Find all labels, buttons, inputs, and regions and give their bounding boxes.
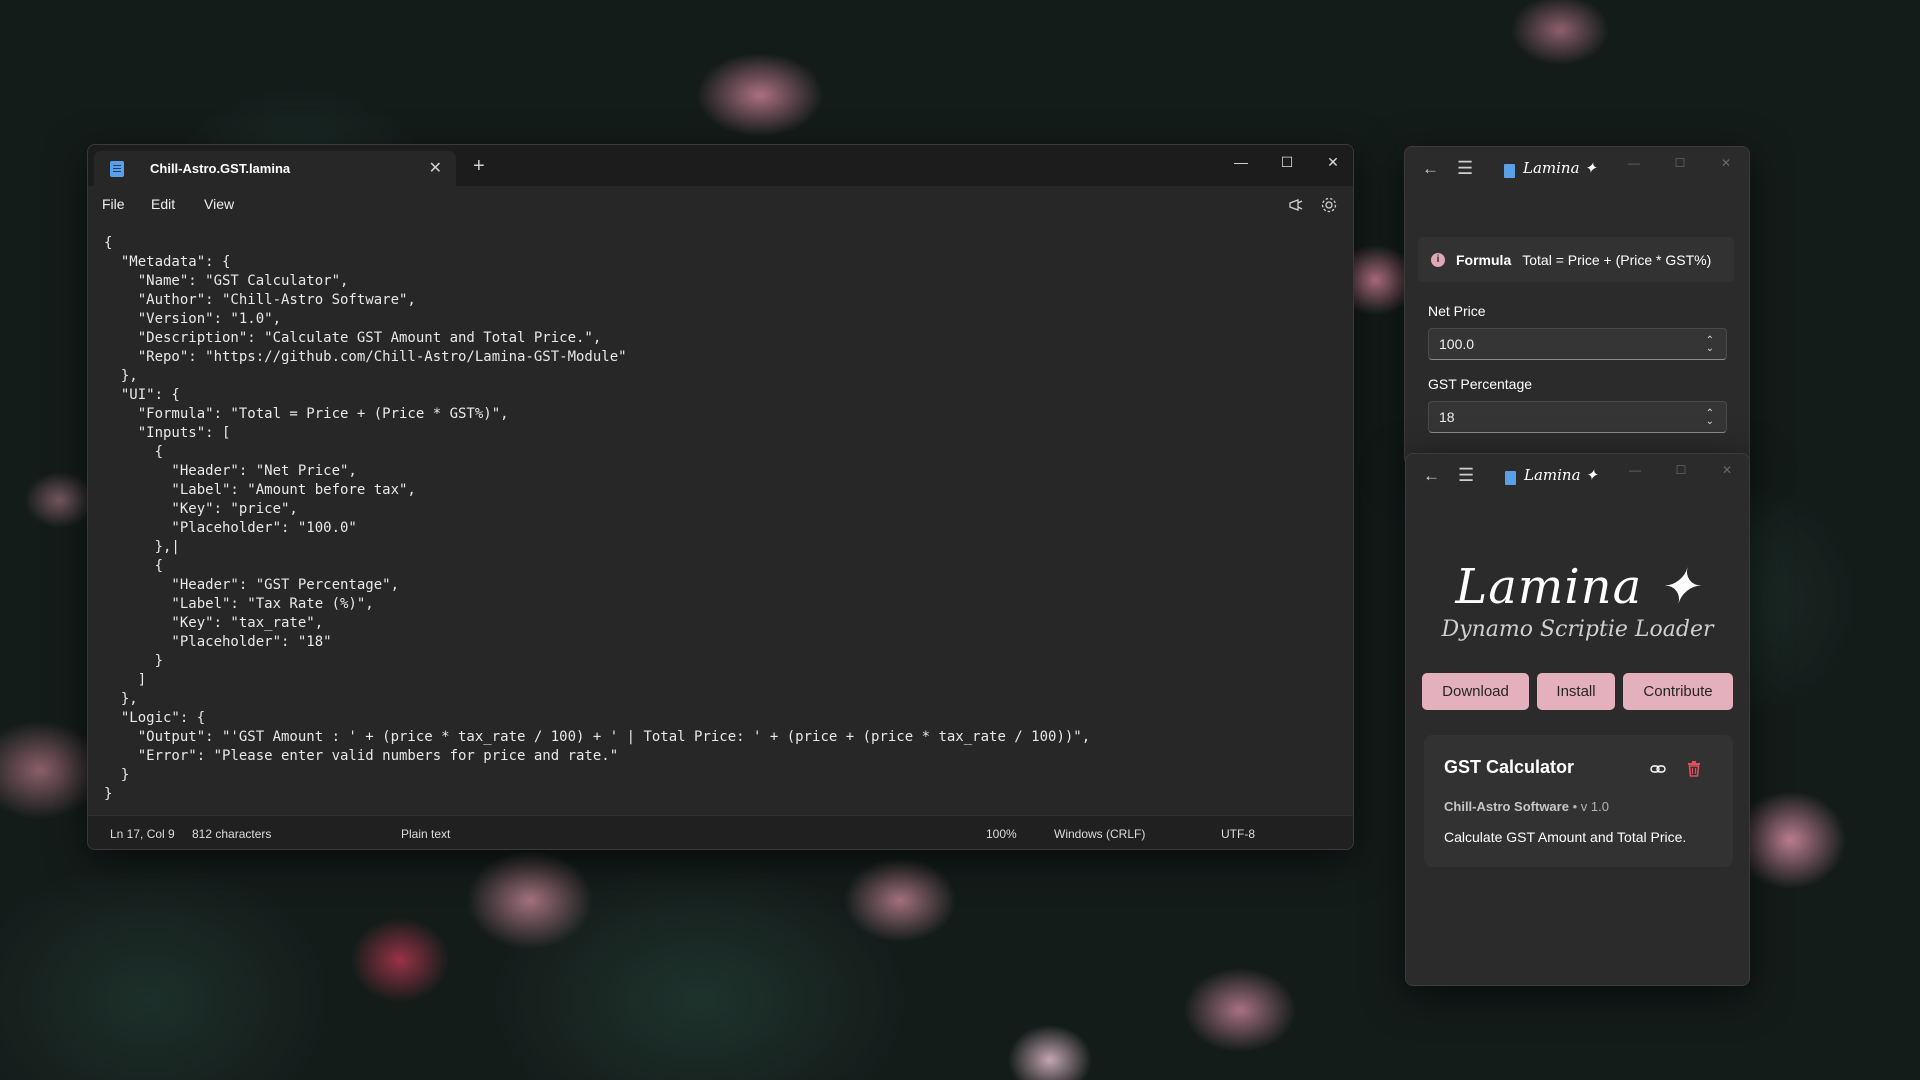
hamburger-menu-icon[interactable]: ☰ xyxy=(1457,158,1473,179)
status-format: Plain text xyxy=(401,827,451,841)
hamburger-menu-icon[interactable]: ☰ xyxy=(1458,465,1474,486)
text-editor[interactable]: { "Metadata": { "Name": "GST Calculator"… xyxy=(88,224,1353,849)
gst-percentage-input[interactable]: 18 ⌃ ⌄ xyxy=(1428,401,1727,433)
module-version: • v 1.0 xyxy=(1572,799,1609,814)
close-button[interactable]: ✕ xyxy=(1712,463,1742,477)
minimize-button[interactable]: — xyxy=(1620,463,1650,477)
module-title: GST Calculator xyxy=(1444,757,1575,777)
copilot-megaphone-icon[interactable] xyxy=(1286,195,1306,215)
status-cursor-position[interactable]: Ln 17, Col 9 xyxy=(110,827,175,841)
minimize-button[interactable]: — xyxy=(1619,156,1649,170)
brand-subtitle: Dynamo Scriptie Loader xyxy=(1441,617,1714,642)
module-meta: Chill-Astro Software • v 1.0 xyxy=(1444,799,1609,814)
status-character-count: 812 characters xyxy=(192,827,272,841)
notepad-titlebar[interactable]: Chill-Astro.GST.lamina ✕ + — ☐ ✕ xyxy=(88,145,1353,186)
contribute-button[interactable]: Contribute xyxy=(1623,673,1733,710)
lamina-titlebar[interactable]: ← ☰ Lamina ✦ — ☐ ✕ xyxy=(1406,454,1749,500)
menu-edit[interactable]: Edit xyxy=(151,196,175,212)
install-button[interactable]: Install xyxy=(1537,673,1615,710)
app-title: Lamina ✦ xyxy=(1523,159,1597,177)
lamina-titlebar[interactable]: ← ☰ Lamina ✦ — ☐ ✕ xyxy=(1405,147,1749,193)
formula-infobar: i Formula Total = Price + (Price * GST%) xyxy=(1418,237,1734,282)
menu-view[interactable]: View xyxy=(204,196,234,212)
lamina-app-icon xyxy=(1505,471,1516,485)
lamina-calculator-window: ← ☰ Lamina ✦ — ☐ ✕ i Formula Total = Pri… xyxy=(1404,146,1750,466)
close-button[interactable]: ✕ xyxy=(1310,151,1353,173)
tab-title: Chill-Astro.GST.lamina xyxy=(150,161,291,176)
menu-file[interactable]: File xyxy=(102,196,125,212)
formula-label: Formula xyxy=(1456,251,1512,268)
menu-bar: File Edit View xyxy=(88,186,1353,224)
close-button[interactable]: ✕ xyxy=(1711,156,1741,170)
editor-content[interactable]: { "Metadata": { "Name": "GST Calculator"… xyxy=(104,234,1343,849)
module-description: Calculate GST Amount and Total Price. xyxy=(1444,829,1687,845)
notepad-icon xyxy=(110,160,124,177)
gst-percentage-label: GST Percentage xyxy=(1428,376,1533,392)
lamina-home-window: ← ☰ Lamina ✦ — ☐ ✕ Lamina ✦ Dynamo Scrip… xyxy=(1405,453,1750,986)
delete-trash-icon[interactable] xyxy=(1687,761,1701,777)
gst-percentage-value: 18 xyxy=(1439,409,1455,425)
notepad-window: Chill-Astro.GST.lamina ✕ + — ☐ ✕ File Ed… xyxy=(87,144,1354,850)
net-price-label: Net Price xyxy=(1428,303,1486,319)
maximize-button[interactable]: ☐ xyxy=(1666,463,1696,477)
status-bar: Ln 17, Col 9 812 characters Plain text 1… xyxy=(88,815,1353,849)
maximize-button[interactable]: ☐ xyxy=(1665,156,1695,170)
new-tab-button[interactable]: + xyxy=(473,156,485,176)
lamina-app-icon xyxy=(1504,164,1515,178)
download-button[interactable]: Download xyxy=(1422,673,1529,710)
spinner-icon[interactable]: ⌃ ⌄ xyxy=(1706,409,1714,427)
tab-document[interactable]: Chill-Astro.GST.lamina ✕ xyxy=(94,151,456,186)
status-encoding: UTF-8 xyxy=(1221,827,1255,841)
app-title: Lamina ✦ xyxy=(1524,466,1598,484)
module-author: Chill-Astro Software xyxy=(1444,799,1569,814)
link-icon[interactable] xyxy=(1650,761,1666,777)
module-card[interactable]: GST Calculator Chill-Astro Software • v … xyxy=(1424,735,1733,867)
back-arrow-icon[interactable]: ← xyxy=(1422,159,1439,179)
status-zoom[interactable]: 100% xyxy=(986,827,1017,841)
status-line-ending: Windows (CRLF) xyxy=(1054,827,1146,841)
spinner-icon[interactable]: ⌃ ⌄ xyxy=(1706,336,1714,354)
net-price-value: 100.0 xyxy=(1439,336,1475,352)
back-arrow-icon[interactable]: ← xyxy=(1423,466,1440,486)
info-icon: i xyxy=(1431,252,1445,267)
minimize-button[interactable]: — xyxy=(1218,151,1264,173)
tab-close-icon[interactable]: ✕ xyxy=(429,158,442,178)
net-price-input[interactable]: 100.0 ⌃ ⌄ xyxy=(1428,328,1727,360)
settings-gear-icon[interactable] xyxy=(1319,195,1339,215)
maximize-button[interactable]: ☐ xyxy=(1264,151,1310,173)
brand-title: Lamina ✦ xyxy=(1455,559,1700,615)
formula-text: Total = Price + (Price * GST%) xyxy=(1522,251,1712,268)
